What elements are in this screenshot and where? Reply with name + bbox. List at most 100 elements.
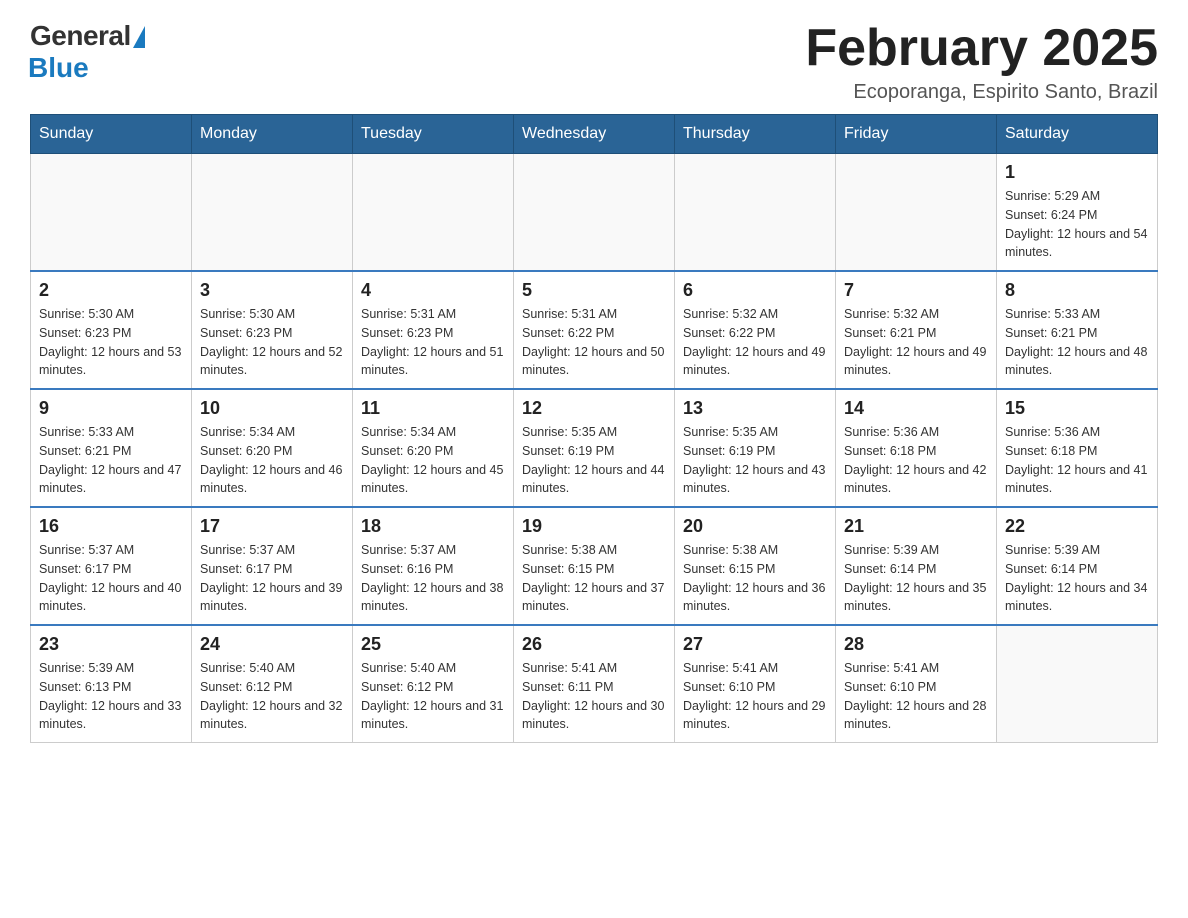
day-info: Sunrise: 5:39 AMSunset: 6:14 PMDaylight:… bbox=[1005, 541, 1149, 616]
calendar-cell bbox=[353, 154, 514, 272]
day-number: 24 bbox=[200, 634, 344, 655]
day-info: Sunrise: 5:36 AMSunset: 6:18 PMDaylight:… bbox=[844, 423, 988, 498]
calendar-cell: 15 Sunrise: 5:36 AMSunset: 6:18 PMDayligh… bbox=[997, 389, 1158, 507]
days-of-week-row: SundayMondayTuesdayWednesdayThursdayFrid… bbox=[31, 115, 1158, 154]
calendar-week-2: 2 Sunrise: 5:30 AMSunset: 6:23 PMDaylight… bbox=[31, 271, 1158, 389]
day-of-week-saturday: Saturday bbox=[997, 115, 1158, 154]
calendar-cell bbox=[836, 154, 997, 272]
calendar-cell: 16 Sunrise: 5:37 AMSunset: 6:17 PMDayligh… bbox=[31, 507, 192, 625]
logo-blue-text: Blue bbox=[28, 52, 89, 84]
title-area: February 2025 Ecoporanga, Espirito Santo… bbox=[805, 20, 1158, 104]
calendar-body: 1 Sunrise: 5:29 AMSunset: 6:24 PMDaylight… bbox=[31, 154, 1158, 743]
calendar-cell: 27 Sunrise: 5:41 AMSunset: 6:10 PMDayligh… bbox=[675, 625, 836, 743]
day-number: 5 bbox=[522, 280, 666, 301]
calendar-cell: 7 Sunrise: 5:32 AMSunset: 6:21 PMDaylight… bbox=[836, 271, 997, 389]
calendar-cell: 4 Sunrise: 5:31 AMSunset: 6:23 PMDaylight… bbox=[353, 271, 514, 389]
calendar-cell bbox=[675, 154, 836, 272]
calendar-cell: 2 Sunrise: 5:30 AMSunset: 6:23 PMDaylight… bbox=[31, 271, 192, 389]
day-number: 3 bbox=[200, 280, 344, 301]
day-number: 16 bbox=[39, 516, 183, 537]
calendar-cell: 14 Sunrise: 5:36 AMSunset: 6:18 PMDayligh… bbox=[836, 389, 997, 507]
day-info: Sunrise: 5:31 AMSunset: 6:22 PMDaylight:… bbox=[522, 305, 666, 380]
day-info: Sunrise: 5:30 AMSunset: 6:23 PMDaylight:… bbox=[200, 305, 344, 380]
calendar-cell: 11Sunrise: 5:34 AMSunset: 6:20 PMDayligh… bbox=[353, 389, 514, 507]
day-info: Sunrise: 5:36 AMSunset: 6:18 PMDaylight:… bbox=[1005, 423, 1149, 498]
day-info: Sunrise: 5:41 AMSunset: 6:10 PMDaylight:… bbox=[683, 659, 827, 734]
day-info: Sunrise: 5:40 AMSunset: 6:12 PMDaylight:… bbox=[200, 659, 344, 734]
day-info: Sunrise: 5:35 AMSunset: 6:19 PMDaylight:… bbox=[522, 423, 666, 498]
calendar-cell bbox=[997, 625, 1158, 743]
day-info: Sunrise: 5:38 AMSunset: 6:15 PMDaylight:… bbox=[683, 541, 827, 616]
day-info: Sunrise: 5:34 AMSunset: 6:20 PMDaylight:… bbox=[200, 423, 344, 498]
day-number: 1 bbox=[1005, 162, 1149, 183]
day-number: 25 bbox=[361, 634, 505, 655]
day-info: Sunrise: 5:41 AMSunset: 6:10 PMDaylight:… bbox=[844, 659, 988, 734]
day-number: 14 bbox=[844, 398, 988, 419]
day-number: 4 bbox=[361, 280, 505, 301]
calendar-cell: 12 Sunrise: 5:35 AMSunset: 6:19 PMDayligh… bbox=[514, 389, 675, 507]
month-title: February 2025 bbox=[805, 20, 1158, 77]
day-number: 17 bbox=[200, 516, 344, 537]
day-number: 27 bbox=[683, 634, 827, 655]
calendar-cell: 13 Sunrise: 5:35 AMSunset: 6:19 PMDayligh… bbox=[675, 389, 836, 507]
calendar-week-4: 16 Sunrise: 5:37 AMSunset: 6:17 PMDayligh… bbox=[31, 507, 1158, 625]
day-info: Sunrise: 5:32 AMSunset: 6:22 PMDaylight:… bbox=[683, 305, 827, 380]
day-of-week-tuesday: Tuesday bbox=[353, 115, 514, 154]
calendar-cell: 17 Sunrise: 5:37 AMSunset: 6:17 PMDayligh… bbox=[192, 507, 353, 625]
day-number: 12 bbox=[522, 398, 666, 419]
day-info: Sunrise: 5:35 AMSunset: 6:19 PMDaylight:… bbox=[683, 423, 827, 498]
day-number: 22 bbox=[1005, 516, 1149, 537]
day-info: Sunrise: 5:37 AMSunset: 6:16 PMDaylight:… bbox=[361, 541, 505, 616]
calendar-cell: 5 Sunrise: 5:31 AMSunset: 6:22 PMDaylight… bbox=[514, 271, 675, 389]
day-info: Sunrise: 5:37 AMSunset: 6:17 PMDaylight:… bbox=[39, 541, 183, 616]
day-number: 2 bbox=[39, 280, 183, 301]
day-number: 11 bbox=[361, 398, 505, 419]
day-number: 7 bbox=[844, 280, 988, 301]
day-number: 19 bbox=[522, 516, 666, 537]
day-number: 9 bbox=[39, 398, 183, 419]
day-of-week-friday: Friday bbox=[836, 115, 997, 154]
calendar-week-1: 1 Sunrise: 5:29 AMSunset: 6:24 PMDaylight… bbox=[31, 154, 1158, 272]
calendar-cell bbox=[31, 154, 192, 272]
calendar-cell: 9 Sunrise: 5:33 AMSunset: 6:21 PMDaylight… bbox=[31, 389, 192, 507]
day-of-week-sunday: Sunday bbox=[31, 115, 192, 154]
day-info: Sunrise: 5:29 AMSunset: 6:24 PMDaylight:… bbox=[1005, 187, 1149, 262]
day-info: Sunrise: 5:32 AMSunset: 6:21 PMDaylight:… bbox=[844, 305, 988, 380]
calendar-cell bbox=[514, 154, 675, 272]
calendar-cell: 8Sunrise: 5:33 AMSunset: 6:21 PMDaylight… bbox=[997, 271, 1158, 389]
day-info: Sunrise: 5:39 AMSunset: 6:13 PMDaylight:… bbox=[39, 659, 183, 734]
day-info: Sunrise: 5:40 AMSunset: 6:12 PMDaylight:… bbox=[361, 659, 505, 734]
calendar-cell: 6 Sunrise: 5:32 AMSunset: 6:22 PMDaylight… bbox=[675, 271, 836, 389]
calendar-cell: 22 Sunrise: 5:39 AMSunset: 6:14 PMDayligh… bbox=[997, 507, 1158, 625]
calendar-week-5: 23Sunrise: 5:39 AMSunset: 6:13 PMDayligh… bbox=[31, 625, 1158, 743]
day-info: Sunrise: 5:30 AMSunset: 6:23 PMDaylight:… bbox=[39, 305, 183, 380]
calendar-header: SundayMondayTuesdayWednesdayThursdayFrid… bbox=[31, 115, 1158, 154]
calendar-cell: 21 Sunrise: 5:39 AMSunset: 6:14 PMDayligh… bbox=[836, 507, 997, 625]
day-number: 26 bbox=[522, 634, 666, 655]
day-number: 8 bbox=[1005, 280, 1149, 301]
day-number: 15 bbox=[1005, 398, 1149, 419]
calendar-table: SundayMondayTuesdayWednesdayThursdayFrid… bbox=[30, 114, 1158, 743]
logo: General Blue bbox=[30, 20, 145, 84]
calendar-cell: 18Sunrise: 5:37 AMSunset: 6:16 PMDayligh… bbox=[353, 507, 514, 625]
day-number: 21 bbox=[844, 516, 988, 537]
calendar-cell: 23Sunrise: 5:39 AMSunset: 6:13 PMDayligh… bbox=[31, 625, 192, 743]
calendar-cell: 28 Sunrise: 5:41 AMSunset: 6:10 PMDayligh… bbox=[836, 625, 997, 743]
day-info: Sunrise: 5:37 AMSunset: 6:17 PMDaylight:… bbox=[200, 541, 344, 616]
day-info: Sunrise: 5:31 AMSunset: 6:23 PMDaylight:… bbox=[361, 305, 505, 380]
day-info: Sunrise: 5:38 AMSunset: 6:15 PMDaylight:… bbox=[522, 541, 666, 616]
day-number: 6 bbox=[683, 280, 827, 301]
calendar-cell: 1 Sunrise: 5:29 AMSunset: 6:24 PMDaylight… bbox=[997, 154, 1158, 272]
day-number: 20 bbox=[683, 516, 827, 537]
location-subtitle: Ecoporanga, Espirito Santo, Brazil bbox=[805, 81, 1158, 104]
page-header: General Blue February 2025 Ecoporanga, E… bbox=[30, 20, 1158, 104]
day-number: 13 bbox=[683, 398, 827, 419]
day-info: Sunrise: 5:41 AMSunset: 6:11 PMDaylight:… bbox=[522, 659, 666, 734]
day-info: Sunrise: 5:33 AMSunset: 6:21 PMDaylight:… bbox=[39, 423, 183, 498]
day-of-week-monday: Monday bbox=[192, 115, 353, 154]
calendar-cell: 3 Sunrise: 5:30 AMSunset: 6:23 PMDaylight… bbox=[192, 271, 353, 389]
day-number: 28 bbox=[844, 634, 988, 655]
day-info: Sunrise: 5:39 AMSunset: 6:14 PMDaylight:… bbox=[844, 541, 988, 616]
day-of-week-thursday: Thursday bbox=[675, 115, 836, 154]
calendar-cell: 25 Sunrise: 5:40 AMSunset: 6:12 PMDayligh… bbox=[353, 625, 514, 743]
